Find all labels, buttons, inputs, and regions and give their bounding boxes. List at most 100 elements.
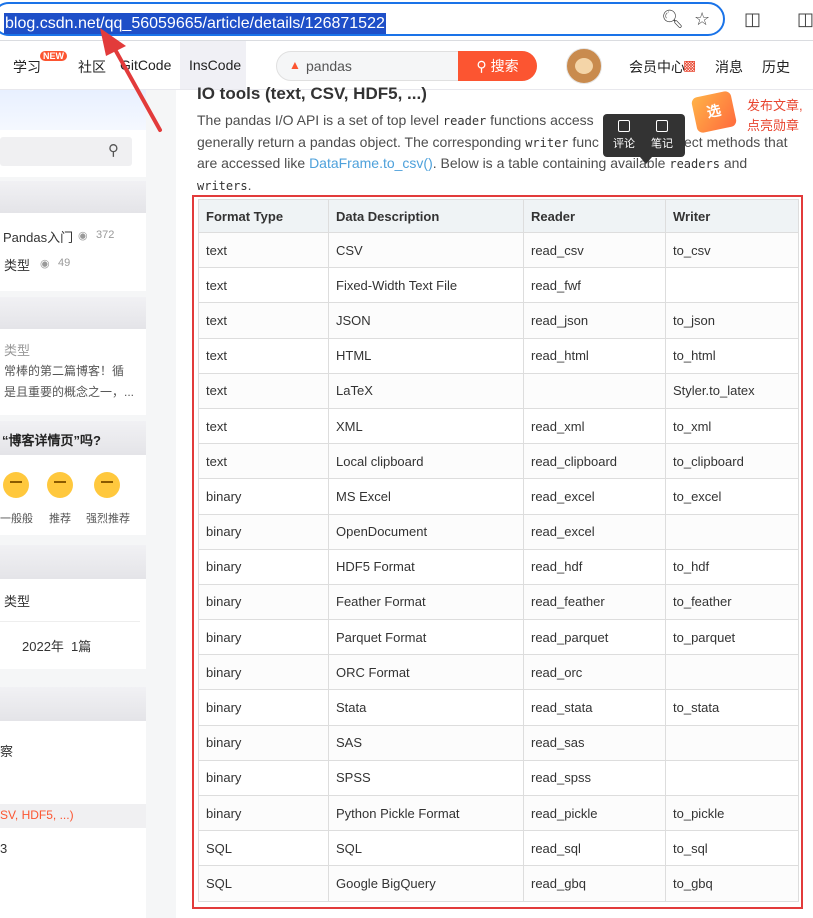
reader-link[interactable]: read_html bbox=[523, 337, 666, 374]
writer-link[interactable]: to_feather bbox=[665, 583, 799, 621]
nav-history[interactable]: 历史 bbox=[762, 57, 790, 77]
table-row: text HTML read_html to_html bbox=[198, 337, 799, 374]
writer-link[interactable]: to_html bbox=[665, 337, 799, 374]
table-row: binary ORC Format read_orc bbox=[198, 654, 799, 691]
emoji-laugh-icon[interactable] bbox=[94, 472, 120, 498]
publish-badge-promo[interactable]: 选 发布文章, 点亮勋章 bbox=[686, 86, 813, 144]
reader-link[interactable]: read_feather bbox=[523, 583, 666, 621]
rating-great[interactable]: 强烈推荐 bbox=[86, 510, 130, 526]
hot-flame-icon: ▲ bbox=[289, 58, 301, 72]
description-link[interactable]: Python Pickle Format bbox=[328, 794, 524, 832]
rating-ok[interactable]: 一般般 bbox=[0, 510, 33, 526]
sidebar-hot-card: Pandas入门 ◉ 372 类型 ◉ 49 bbox=[0, 213, 146, 291]
bookmark-star-icon[interactable]: ☆ bbox=[694, 9, 710, 29]
extensions-icon[interactable]: ◫ bbox=[744, 9, 761, 29]
description-link[interactable]: HDF5 Format bbox=[328, 548, 524, 585]
search-button[interactable]: ⚲ 搜索 bbox=[458, 51, 537, 81]
nav-gitcode[interactable]: GitCode bbox=[120, 57, 171, 73]
writer-link[interactable]: to_hdf bbox=[665, 548, 799, 585]
description-link[interactable]: OpenDocument bbox=[328, 513, 524, 550]
text: . Below is a table containing available bbox=[432, 155, 670, 171]
table-row: binary SPSS read_spss bbox=[198, 759, 799, 797]
format-type-cell: SQL bbox=[198, 830, 329, 867]
side-panel-icon[interactable]: ◫ bbox=[797, 9, 813, 29]
reader-link[interactable]: read_pickle bbox=[523, 794, 666, 832]
hot-article-title[interactable]: 类型 bbox=[4, 255, 30, 274]
description-link[interactable]: SPSS bbox=[328, 759, 524, 797]
writer-link[interactable]: to_excel bbox=[665, 478, 799, 515]
description-link[interactable]: Parquet Format bbox=[328, 619, 524, 656]
category-item[interactable]: 类型 bbox=[4, 591, 30, 610]
reader-link[interactable]: read_fwf bbox=[523, 267, 666, 304]
dataframe-to-csv-link[interactable]: DataFrame.to_csv() bbox=[309, 155, 433, 171]
reader-link[interactable]: read_stata bbox=[523, 689, 666, 726]
rating-good[interactable]: 推荐 bbox=[49, 510, 71, 526]
description-link[interactable]: Feather Format bbox=[328, 583, 524, 621]
reader-link[interactable]: read_sql bbox=[523, 830, 666, 867]
writer-link[interactable]: to_parquet bbox=[665, 619, 799, 656]
reader-link[interactable]: read_sas bbox=[523, 724, 666, 761]
description-link[interactable]: CSV bbox=[328, 231, 524, 269]
toc-item[interactable]: 3 bbox=[0, 841, 7, 856]
description-link[interactable]: HTML bbox=[328, 337, 524, 374]
reader-link[interactable]: read_json bbox=[523, 302, 666, 339]
nav-inscode[interactable]: InsCode bbox=[189, 57, 241, 73]
selection-tooltip: 评论 笔记 bbox=[603, 114, 685, 164]
writer-link[interactable]: Styler.to_latex bbox=[665, 372, 799, 409]
reader-link[interactable]: read_xml bbox=[523, 407, 666, 445]
description-link[interactable]: SQL bbox=[328, 830, 524, 867]
description-link[interactable]: Stata bbox=[328, 689, 524, 726]
description-link[interactable]: XML bbox=[328, 407, 524, 445]
nav-study[interactable]: 学习 bbox=[13, 57, 41, 77]
description-link[interactable]: JSON bbox=[328, 302, 524, 339]
reader-link[interactable]: read_excel bbox=[523, 513, 666, 550]
search-icon[interactable]: ⚲ bbox=[108, 141, 119, 159]
zoom-icon[interactable]: 🔍︎ bbox=[661, 9, 684, 29]
reader-link[interactable]: read_parquet bbox=[523, 619, 666, 656]
reader-link[interactable]: read_excel bbox=[523, 478, 666, 515]
search-input[interactable]: pandas bbox=[306, 58, 352, 74]
sidebar-new-card: 类型 常棒的第二篇博客！循 是且重要的概念之一，... bbox=[0, 329, 146, 415]
url-text[interactable]: blog.csdn.net/qq_56059665/article/detail… bbox=[4, 13, 386, 34]
note-icon[interactable] bbox=[656, 120, 668, 132]
description-link[interactable]: SAS bbox=[328, 724, 524, 761]
writer-link[interactable]: to_json bbox=[665, 302, 799, 339]
writer-link[interactable]: to_gbq bbox=[665, 865, 799, 902]
table-row: text JSON read_json to_json bbox=[198, 302, 799, 339]
nav-vip[interactable]: 会员中心 bbox=[629, 57, 685, 77]
description-link[interactable]: LaTeX bbox=[328, 372, 524, 409]
emoji-neutral-icon[interactable] bbox=[3, 472, 29, 498]
hot-article-title[interactable]: Pandas入门 bbox=[3, 227, 73, 246]
tooltip-note[interactable]: 笔记 bbox=[651, 135, 673, 151]
reader-link[interactable]: read_csv bbox=[523, 231, 666, 269]
nav-community[interactable]: 社区 bbox=[78, 57, 106, 77]
nav-messages[interactable]: 消息 bbox=[715, 57, 743, 77]
reader-link[interactable]: read_hdf bbox=[523, 548, 666, 585]
toc-item[interactable]: 察 bbox=[0, 741, 13, 760]
writer-link[interactable]: to_csv bbox=[665, 231, 799, 269]
writer-link[interactable]: to_pickle bbox=[665, 794, 799, 832]
format-type-cell: text bbox=[198, 407, 329, 445]
reader-link[interactable]: read_clipboard bbox=[523, 443, 666, 480]
writer-link[interactable]: to_stata bbox=[665, 689, 799, 726]
emoji-smile-icon[interactable] bbox=[47, 472, 73, 498]
description-link[interactable]: Google BigQuery bbox=[328, 865, 524, 902]
reader-link[interactable]: read_gbq bbox=[523, 865, 666, 902]
reader-link[interactable]: read_spss bbox=[523, 759, 666, 797]
io-table-highlight: Format Type Data Description Reader Writ… bbox=[192, 195, 803, 909]
search-box[interactable]: ▲ pandas ⚲ 搜索 bbox=[276, 51, 537, 81]
toc-item-active[interactable]: SV, HDF5, ...) bbox=[0, 808, 74, 822]
writer-link[interactable]: to_xml bbox=[665, 407, 799, 445]
code-writers: writers bbox=[197, 179, 248, 193]
tooltip-comment[interactable]: 评论 bbox=[613, 135, 635, 151]
writer-link[interactable]: to_clipboard bbox=[665, 443, 799, 480]
description-link[interactable]: MS Excel bbox=[328, 478, 524, 515]
comment-icon[interactable] bbox=[618, 120, 630, 132]
description-link[interactable]: ORC Format bbox=[328, 654, 524, 691]
address-bar[interactable]: blog.csdn.net/qq_56059665/article/detail… bbox=[0, 2, 725, 36]
archive-year[interactable]: 2022年 bbox=[22, 636, 64, 655]
writer-link[interactable]: to_sql bbox=[665, 830, 799, 867]
reader-link[interactable]: read_orc bbox=[523, 654, 666, 691]
new-article-tag[interactable]: 类型 bbox=[4, 340, 30, 359]
avatar[interactable] bbox=[566, 48, 602, 84]
